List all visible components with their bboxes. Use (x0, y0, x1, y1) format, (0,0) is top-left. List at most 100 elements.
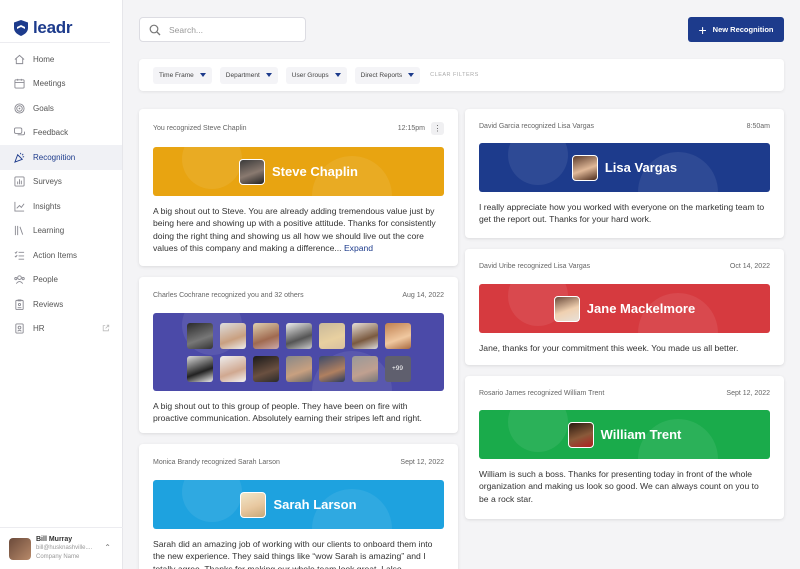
plus-icon: + (698, 21, 707, 38)
sidebar-item-recognition[interactable]: Recognition (0, 145, 122, 170)
logo[interactable]: leadr (0, 0, 110, 43)
avatar (9, 537, 31, 560)
card-header: David Uribe recognized Lisa Vargas (479, 263, 591, 270)
bar-chart-icon (13, 176, 25, 188)
recipient-avatar (239, 158, 266, 185)
user-profile[interactable]: Bill Murray bill@husknashville.... Compa… (0, 527, 123, 569)
recipient-avatar (318, 355, 345, 382)
caret-down-icon (334, 73, 341, 77)
recognition-card[interactable]: David Garcia recognized Lisa Vargas 8:50… (465, 109, 784, 238)
sidebar-item-learning[interactable]: Learning (0, 219, 122, 244)
recipient-avatar (351, 355, 378, 382)
books-icon (13, 225, 25, 237)
recognition-banner: Jane Mackelmore (479, 284, 770, 333)
clear-filters-link[interactable]: CLEAR FILTERS (430, 72, 479, 78)
card-header: Charles Cochrane recognized you and 32 o… (153, 291, 304, 299)
sidebar-item-people[interactable]: People (0, 268, 122, 293)
sidebar-item-goals[interactable]: Goals (0, 96, 122, 121)
recipient-avatar (285, 322, 312, 349)
recipient-name: Jane Mackelmore (586, 301, 696, 316)
sidebar-item-label: Learning (33, 226, 65, 236)
sidebar-item-hr[interactable]: HR (0, 317, 122, 342)
filter-label: Time Frame (159, 71, 194, 79)
recognition-banner: Sarah Larson (153, 480, 444, 529)
sidebar-item-label: People (33, 275, 58, 285)
filter-bar: Time Frame Department User Groups Direct… (139, 59, 784, 91)
user-name: Bill Murray (36, 536, 73, 543)
expand-link[interactable]: Expand (344, 243, 373, 253)
recognition-banner: Steve Chaplin (153, 147, 444, 196)
sidebar-item-reviews[interactable]: Reviews (0, 292, 122, 317)
sidebar-item-label: Recognition (33, 152, 76, 162)
user-email: bill@husknashville.... (36, 545, 93, 551)
filter-department[interactable]: Department (219, 66, 278, 84)
recognition-card[interactable]: Charles Cochrane recognized you and 32 o… (139, 277, 458, 433)
filter-user-groups[interactable]: User Groups (285, 66, 347, 84)
recipient-avatar (384, 322, 411, 349)
recognition-banner: Lisa Vargas (479, 143, 770, 192)
search-input[interactable] (169, 24, 289, 35)
external-link-icon (102, 324, 110, 334)
sidebar-item-home[interactable]: Home (0, 47, 122, 72)
filter-label: Direct Reports (360, 71, 403, 79)
meetings-icon (13, 78, 25, 90)
card-text: William is such a boss. Thanks for prese… (479, 469, 759, 504)
card-header: Rosario James recognized William Trent (479, 389, 605, 397)
recipient-name: Steve Chaplin (272, 164, 358, 179)
card-time: 12:15pm (397, 124, 425, 132)
sidebar-item-label: Surveys (33, 177, 62, 187)
card-time: 8:50am (746, 122, 770, 130)
sidebar-item-label: Reviews (33, 299, 64, 309)
app-name: leadr (33, 18, 73, 37)
recipient-avatar (240, 491, 267, 518)
chevron-up-icon[interactable]: ⌃ (104, 543, 111, 552)
checklist-icon (13, 249, 25, 261)
recipient-avatar-grid: +99 (186, 322, 411, 382)
sidebar-item-meetings[interactable]: Meetings (0, 72, 122, 97)
recipient-avatar (252, 322, 279, 349)
card-time: Sept 12, 2022 (726, 389, 770, 397)
card-message: A big shout out to Steve. You are alread… (139, 196, 458, 254)
sidebar-item-surveys[interactable]: Surveys (0, 170, 122, 195)
caret-down-icon (265, 73, 272, 77)
sidebar-item-insights[interactable]: Insights (0, 194, 122, 219)
filter-direct-reports[interactable]: Direct Reports (354, 66, 421, 84)
card-header: You recognized Steve Chaplin (153, 124, 247, 132)
card-message: Sarah did an amazing job of working with… (139, 529, 458, 569)
sidebar-item-label: Feedback (33, 128, 69, 138)
recognition-card[interactable]: You recognized Steve Chaplin 12:15pm ⋮ S… (139, 109, 458, 266)
chat-bubbles-icon (13, 127, 25, 139)
id-badge-icon (13, 323, 25, 335)
new-recognition-button[interactable]: + New Recognition (688, 17, 784, 42)
search-icon (149, 24, 161, 35)
card-message: Jane, thanks for your commitment this we… (465, 333, 784, 354)
sidebar-item-label: Home (33, 54, 55, 64)
target-icon (13, 102, 25, 114)
caret-down-icon (408, 73, 415, 77)
recipient-avatar (186, 355, 213, 382)
recipient-avatar (567, 421, 594, 448)
sidebar-item-action-items[interactable]: Action Items (0, 243, 122, 268)
card-header: David Garcia recognized Lisa Vargas (479, 122, 595, 130)
more-options-icon[interactable]: ⋮ (431, 121, 444, 135)
search-box[interactable] (139, 17, 306, 42)
recognition-card[interactable]: Monica Brandy recognized Sarah Larson Se… (139, 444, 458, 569)
home-icon (13, 53, 25, 65)
sidebar: leadr Home Meetings Goals Feedback Recog… (0, 0, 123, 569)
sidebar-item-label: Meetings (33, 79, 66, 89)
card-message: A big shout out to this group of people.… (139, 391, 458, 425)
filter-time-frame[interactable]: Time Frame (153, 66, 212, 84)
recipient-name: Sarah Larson (273, 497, 357, 512)
recipient-avatar (318, 322, 345, 349)
recipient-avatar (252, 355, 279, 382)
party-popper-icon (13, 151, 25, 163)
card-text: I really appreciate how you worked with … (479, 202, 765, 225)
sidebar-item-feedback[interactable]: Feedback (0, 121, 122, 146)
recognition-card[interactable]: David Uribe recognized Lisa Vargas Oct 1… (465, 249, 784, 365)
recognition-card[interactable]: Rosario James recognized William Trent S… (465, 376, 784, 519)
more-recipients-badge[interactable]: +99 (384, 355, 411, 382)
card-time: Oct 14, 2022 (729, 263, 770, 270)
recognition-banner: +99 (153, 313, 444, 391)
new-recognition-label: New Recognition (712, 25, 774, 34)
card-time: Aug 14, 2022 (402, 291, 444, 299)
